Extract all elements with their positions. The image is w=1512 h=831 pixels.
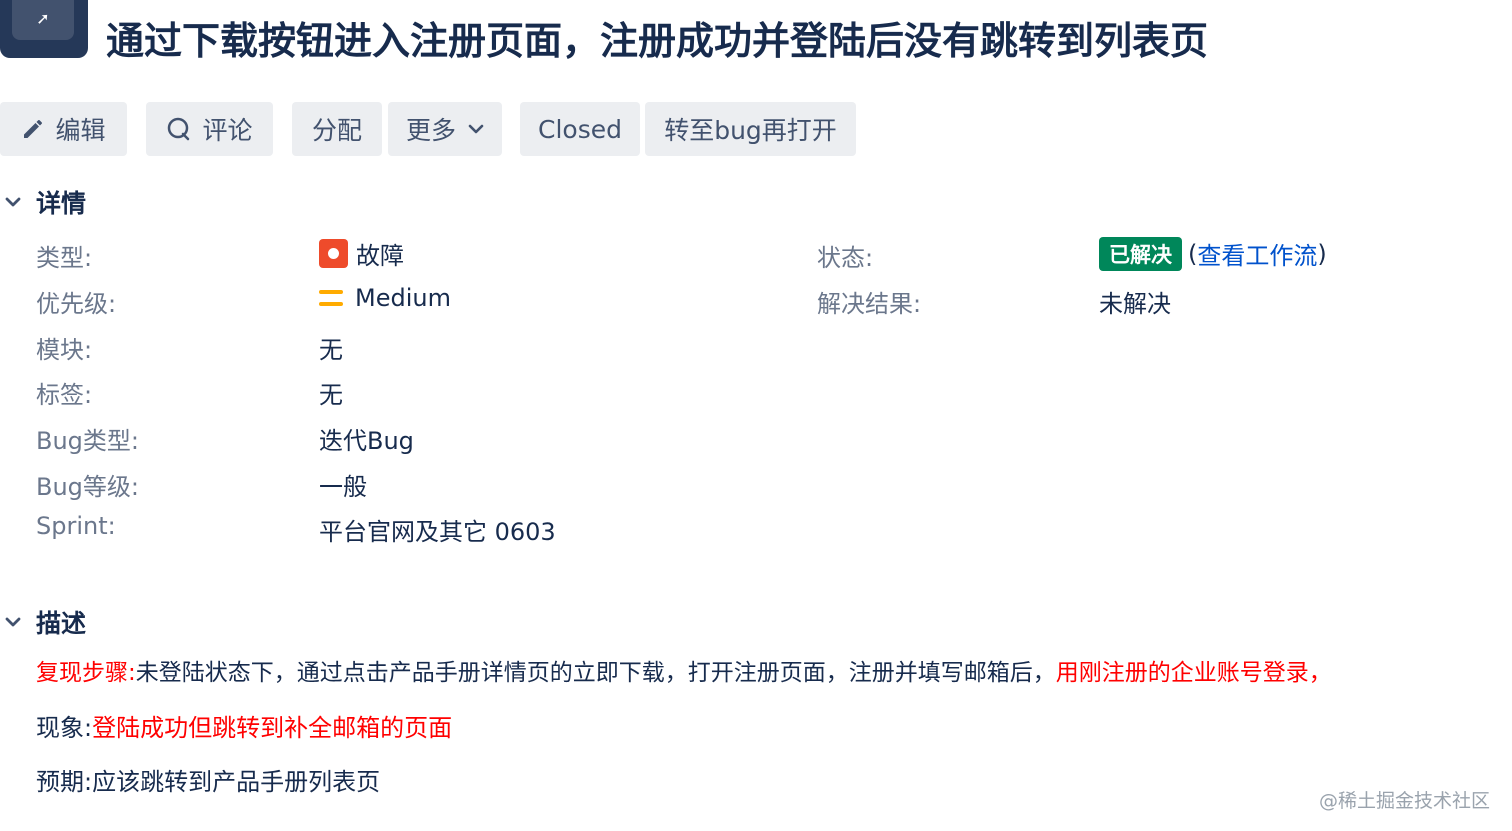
sprint-label: Sprint: bbox=[36, 512, 116, 540]
priority-text: Medium bbox=[355, 284, 451, 312]
issue-type-glyph: ➚ bbox=[12, 0, 74, 40]
comment-label: 评论 bbox=[202, 116, 253, 145]
priority-medium-icon bbox=[319, 290, 343, 306]
description-title: 描述 bbox=[36, 609, 87, 638]
issue-title: 通过下载按钮进入注册页面，注册成功并登陆后没有跳转到列表页 bbox=[106, 19, 1209, 63]
view-workflow-link[interactable]: 查看工作流 bbox=[1197, 236, 1317, 271]
more-button[interactable]: 更多 bbox=[388, 102, 502, 156]
status-badge: 已解决 bbox=[1099, 236, 1182, 271]
status-paren-open: ( bbox=[1188, 239, 1198, 268]
phenomenon-label: 现象: bbox=[36, 714, 93, 742]
edit-label: 编辑 bbox=[55, 116, 106, 145]
repro-text-red: 用刚注册的企业账号登录， bbox=[1055, 660, 1332, 686]
comment-icon bbox=[166, 116, 192, 142]
module-label: 模块: bbox=[36, 336, 93, 364]
closed-button[interactable]: Closed bbox=[520, 102, 640, 156]
type-text: 故障 bbox=[356, 242, 404, 270]
status-label: 状态: bbox=[817, 244, 874, 272]
closed-label: Closed bbox=[538, 114, 622, 144]
priority-value: Medium bbox=[319, 284, 451, 312]
expected-text: 应该跳转到产品手册列表页 bbox=[92, 768, 381, 796]
buglevel-label: Bug等级: bbox=[36, 473, 139, 501]
assign-label: 分配 bbox=[311, 116, 362, 145]
watermark: @稀土掘金技术社区 bbox=[1318, 790, 1490, 812]
phenomenon: 现象:登陆成功但跳转到补全邮箱的页面 bbox=[36, 708, 452, 743]
chevron-down-icon bbox=[0, 189, 26, 215]
status-paren-close: ) bbox=[1317, 239, 1327, 268]
type-value: 故障 bbox=[319, 236, 404, 271]
status-value: 已解决 ( 查看工作流 ) bbox=[1099, 236, 1327, 271]
details-section-toggle[interactable]: 详情 bbox=[0, 184, 86, 220]
expected: 预期:应该跳转到产品手册列表页 bbox=[36, 762, 380, 797]
description-section-toggle[interactable]: 描述 bbox=[0, 604, 86, 640]
more-label: 更多 bbox=[405, 116, 456, 145]
edit-button[interactable]: 编辑 bbox=[0, 102, 127, 156]
details-title: 详情 bbox=[36, 189, 87, 218]
reopen-label: 转至bug再打开 bbox=[664, 116, 837, 145]
phenomenon-text: 登陆成功但跳转到补全邮箱的页面 bbox=[92, 714, 453, 742]
bug-icon bbox=[319, 239, 348, 268]
issue-page: ➚ 通过下载按钮进入注册页面，注册成功并登陆后没有跳转到列表页 编辑 评论 分配… bbox=[0, 0, 1512, 831]
type-label: 类型: bbox=[36, 244, 93, 272]
tags-label: 标签: bbox=[36, 381, 93, 409]
issue-type-icon[interactable]: ➚ bbox=[0, 0, 88, 58]
chevron-down-icon bbox=[468, 123, 484, 135]
reopen-as-bug-button[interactable]: 转至bug再打开 bbox=[645, 102, 856, 156]
sprint-value[interactable]: 平台官网及其它 0603 bbox=[319, 512, 556, 547]
repro-text: 未登陆状态下，通过点击产品手册详情页的立即下载，打开注册页面，注册并填写邮箱后， bbox=[135, 660, 1056, 686]
buglevel-value: 一般 bbox=[319, 473, 367, 501]
expected-label: 预期: bbox=[36, 768, 93, 796]
tags-value: 无 bbox=[319, 381, 343, 409]
chevron-down-icon bbox=[0, 609, 26, 635]
module-value: 无 bbox=[319, 336, 343, 364]
resolution-value: 未解决 bbox=[1099, 290, 1171, 318]
repro-steps: 复现步骤:未登陆状态下，通过点击产品手册详情页的立即下载，打开注册页面，注册并填… bbox=[36, 653, 1332, 687]
resolution-label: 解决结果: bbox=[817, 290, 922, 318]
bugtype-value: 迭代Bug bbox=[319, 427, 414, 455]
assign-button[interactable]: 分配 bbox=[292, 102, 382, 156]
repro-label: 复现步骤: bbox=[36, 660, 136, 686]
pencil-icon bbox=[21, 117, 45, 141]
bugtype-label: Bug类型: bbox=[36, 427, 139, 455]
comment-button[interactable]: 评论 bbox=[146, 102, 273, 156]
priority-label: 优先级: bbox=[36, 290, 117, 318]
